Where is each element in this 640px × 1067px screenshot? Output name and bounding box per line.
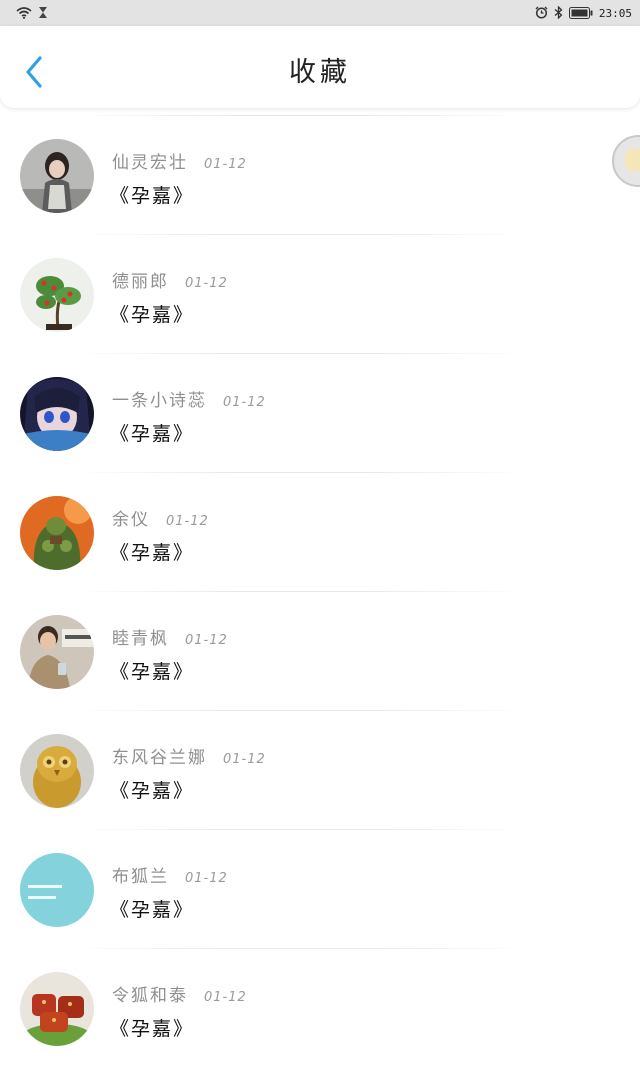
avatar[interactable] [20, 972, 94, 1046]
hourglass-icon [38, 4, 48, 23]
bluetooth-icon [554, 4, 563, 23]
divider [70, 115, 530, 116]
status-bar: 23:05 [0, 0, 640, 26]
list-item[interactable]: 布狐兰 01-12 《孕嘉》 [0, 829, 640, 948]
list-item[interactable]: 德丽郎 01-12 《孕嘉》 [0, 234, 640, 353]
author-name: 布狐兰 [112, 867, 169, 887]
author-name: 令狐和泰 [112, 986, 188, 1006]
avatar[interactable] [20, 258, 94, 332]
list-item[interactable]: 一条小诗蕊 01-12 《孕嘉》 [0, 353, 640, 472]
work-title[interactable]: 《孕嘉》 [110, 538, 194, 565]
favorite-date: 01-12 [185, 633, 228, 648]
author-name: 余仪 [112, 510, 150, 530]
favorite-date: 01-12 [223, 395, 266, 410]
page-title: 收藏 [289, 57, 351, 88]
divider [70, 948, 530, 949]
divider [70, 710, 530, 711]
divider [70, 591, 530, 592]
list-item[interactable]: 睦青枫 01-12 《孕嘉》 [0, 591, 640, 710]
work-title[interactable]: 《孕嘉》 [110, 895, 194, 922]
favorite-date: 01-12 [185, 871, 228, 886]
favorite-date: 01-12 [223, 752, 266, 767]
avatar[interactable] [20, 496, 94, 570]
avatar[interactable] [20, 853, 94, 927]
list-item[interactable]: 东风谷兰娜 01-12 《孕嘉》 [0, 710, 640, 829]
header-bar: 收藏 [0, 26, 640, 108]
favorites-list: 仙灵宏壮 01-12 《孕嘉》 德丽郎 01-12 《孕嘉》 一条小诗蕊 01-… [0, 115, 640, 1067]
work-title[interactable]: 《孕嘉》 [110, 300, 194, 327]
author-name: 一条小诗蕊 [112, 391, 207, 411]
avatar[interactable] [20, 615, 94, 689]
avatar[interactable] [20, 139, 94, 213]
divider [70, 353, 530, 354]
work-title[interactable]: 《孕嘉》 [110, 1014, 194, 1041]
divider [70, 234, 530, 235]
favorite-date: 01-12 [185, 276, 228, 291]
battery-icon [568, 4, 593, 23]
list-item[interactable]: 余仪 01-12 《孕嘉》 [0, 472, 640, 591]
work-title[interactable]: 《孕嘉》 [110, 181, 194, 208]
favorite-date: 01-12 [204, 990, 247, 1005]
favorite-date: 01-12 [166, 514, 209, 529]
list-item[interactable]: 仙灵宏壮 01-12 《孕嘉》 [0, 115, 640, 234]
divider [70, 472, 530, 473]
author-name: 睦青枫 [112, 629, 169, 649]
list-item[interactable]: 令狐和泰 01-12 《孕嘉》 [0, 948, 640, 1067]
work-title[interactable]: 《孕嘉》 [110, 419, 194, 446]
wifi-icon [16, 4, 32, 23]
status-time: 23:05 [598, 6, 632, 20]
alarm-icon [535, 4, 548, 23]
author-name: 德丽郎 [112, 272, 169, 292]
work-title[interactable]: 《孕嘉》 [110, 776, 194, 803]
author-name: 东风谷兰娜 [112, 748, 207, 768]
avatar[interactable] [20, 734, 94, 808]
author-name: 仙灵宏壮 [112, 153, 188, 173]
divider [70, 829, 530, 830]
avatar[interactable] [20, 377, 94, 451]
work-title[interactable]: 《孕嘉》 [110, 657, 194, 684]
favorite-date: 01-12 [204, 157, 247, 172]
